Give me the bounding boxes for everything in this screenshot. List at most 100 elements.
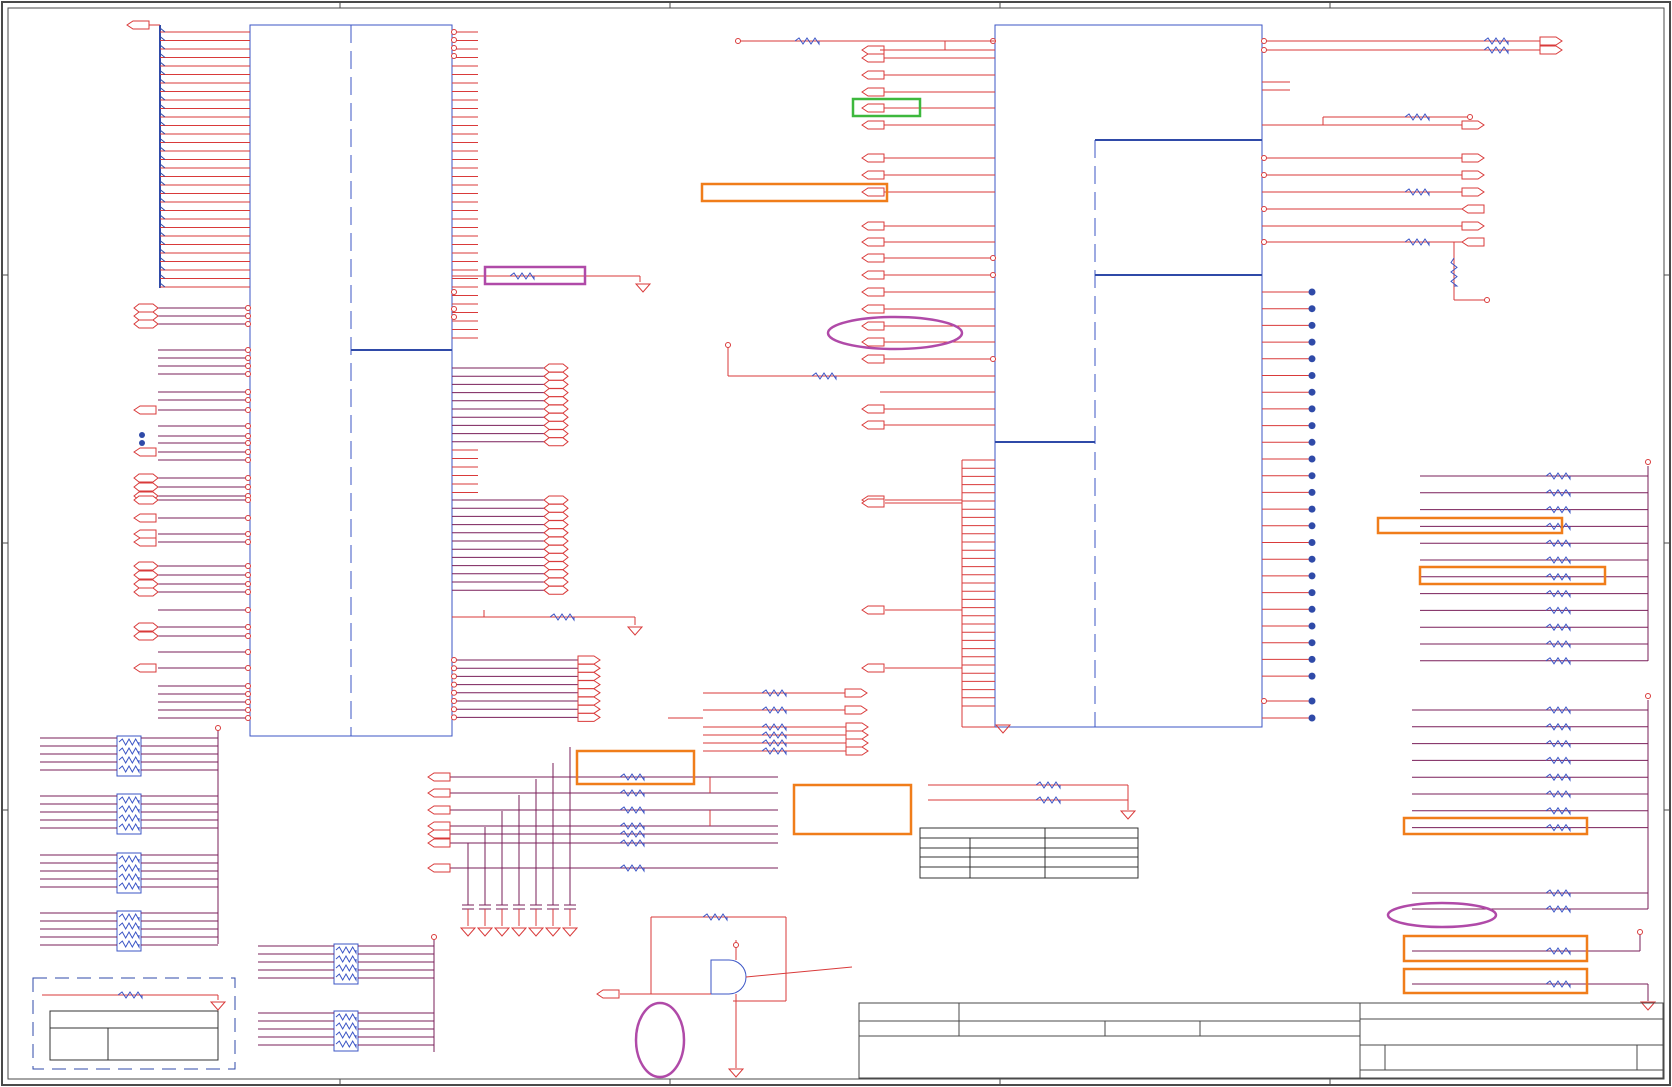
- junction-dot-icon: [1308, 697, 1316, 705]
- off-page-connector-icon: [861, 187, 885, 197]
- off-page-connector-icon: [133, 561, 159, 571]
- and-gate-icon: [710, 959, 747, 995]
- power-pin-icon: [245, 699, 251, 705]
- off-page-connector-icon: [577, 688, 601, 698]
- resistor-icon: [335, 1021, 357, 1031]
- power-pin-icon: [451, 45, 457, 51]
- off-page-connector-icon: [133, 529, 157, 539]
- power-pin-icon: [245, 440, 251, 446]
- off-page-connector-icon: [543, 379, 569, 389]
- off-page-connector-icon: [133, 473, 159, 483]
- power-pin-icon: [451, 673, 457, 680]
- note-box: [49, 1010, 219, 1061]
- off-page-connector-icon: [861, 605, 885, 615]
- power-pin-icon: [1261, 206, 1267, 212]
- off-page-connector-icon: [543, 396, 569, 406]
- off-page-connector-icon: [133, 447, 157, 457]
- orange-right-5: [1402, 967, 1589, 995]
- power-pin-icon: [245, 515, 251, 521]
- off-page-connector-icon: [427, 821, 451, 831]
- off-page-connector-icon: [543, 420, 569, 430]
- power-pin-icon: [245, 313, 251, 319]
- resistor-icon: [118, 813, 140, 823]
- off-page-connector-icon: [861, 87, 885, 97]
- off-page-connector-icon: [543, 511, 569, 521]
- off-page-connector-icon: [133, 631, 159, 641]
- power-pin-icon: [451, 289, 457, 295]
- power-pin-icon: [451, 314, 457, 320]
- off-page-connector-icon: [861, 170, 885, 180]
- off-page-connector-icon: [845, 722, 869, 732]
- ground-symbol-icon: [634, 283, 652, 293]
- off-page-connector-icon: [133, 579, 159, 589]
- ground-symbol-icon: [626, 626, 644, 636]
- off-page-connector-icon: [845, 746, 869, 756]
- resistor-icon: [118, 939, 140, 949]
- resistor-icon: [118, 755, 140, 765]
- resistor-icon: [335, 1039, 357, 1049]
- power-pin-icon: [451, 698, 457, 704]
- off-page-connector-icon: [126, 20, 150, 30]
- resistor-icon: [118, 881, 140, 891]
- resistor-icon: [118, 912, 140, 922]
- power-pin-icon: [451, 706, 457, 713]
- off-page-connector-icon: [577, 712, 601, 722]
- off-page-connector-icon: [861, 321, 885, 331]
- junction-dot-icon: [1308, 438, 1316, 446]
- junction-dot-icon: [1308, 488, 1316, 496]
- junction-dot-icon: [1308, 589, 1316, 597]
- power-pin-icon: [451, 665, 457, 672]
- off-page-connector-icon: [577, 696, 601, 706]
- power-pin-icon: [245, 475, 251, 481]
- off-page-connector-icon: [844, 705, 868, 715]
- off-page-connector-icon: [543, 388, 569, 398]
- junction-dot-icon: [1308, 605, 1316, 613]
- off-page-connector-icon: [1539, 45, 1563, 55]
- resistor-icon: [118, 822, 140, 832]
- off-page-connector-icon: [543, 404, 569, 414]
- power-pin-icon: [245, 397, 251, 403]
- power-pin-icon: [245, 633, 251, 639]
- orange-empty-box: [792, 783, 913, 836]
- power-pin-icon: [245, 539, 251, 545]
- orange-net-label-1: [700, 182, 889, 203]
- junction-dot-icon: [1308, 539, 1316, 546]
- off-page-connector-icon: [1461, 153, 1485, 163]
- junction-dot-icon: [1308, 355, 1316, 363]
- off-page-connector-icon: [133, 537, 157, 547]
- junction-dot-icon: [1308, 321, 1316, 329]
- orange-right-3: [1402, 816, 1589, 836]
- sheet-border: [1, 1, 1671, 1086]
- power-pin-icon: [245, 347, 251, 353]
- power-pin-icon: [245, 649, 251, 655]
- power-pin-icon: [451, 306, 457, 312]
- wire: [745, 966, 853, 978]
- off-page-connector-icon: [543, 552, 569, 562]
- off-page-connector-icon: [861, 354, 885, 364]
- power-pin-icon: [1261, 155, 1267, 161]
- power-pin-icon: [245, 449, 251, 455]
- power-pin-icon: [451, 29, 457, 35]
- off-page-connector-icon: [133, 319, 159, 329]
- junction-dot-icon: [1308, 338, 1316, 346]
- pin-table: [919, 827, 1139, 879]
- ground-symbol-icon: [1119, 810, 1137, 820]
- junction-dot-icon: [1308, 422, 1316, 430]
- junction-dot-icon: [1308, 655, 1316, 663]
- off-page-connector-icon: [577, 671, 601, 681]
- power-pin-icon: [245, 457, 251, 463]
- power-pin-icon: [733, 942, 739, 948]
- schematic-sheet: [1, 1, 1671, 1086]
- off-page-connector-icon: [133, 303, 159, 313]
- power-pin-icon: [1645, 459, 1651, 465]
- resistor-icon: [118, 863, 140, 873]
- off-page-connector-icon: [861, 287, 885, 297]
- resistor-icon: [118, 872, 140, 882]
- off-page-connector-icon: [861, 420, 885, 430]
- junction-dot-icon: [139, 440, 145, 446]
- off-page-connector-icon: [861, 304, 885, 314]
- off-page-connector-icon: [543, 412, 569, 422]
- power-pin-icon: [451, 53, 457, 59]
- junction-dot-icon: [1308, 455, 1316, 463]
- orange-right-2: [1418, 565, 1607, 586]
